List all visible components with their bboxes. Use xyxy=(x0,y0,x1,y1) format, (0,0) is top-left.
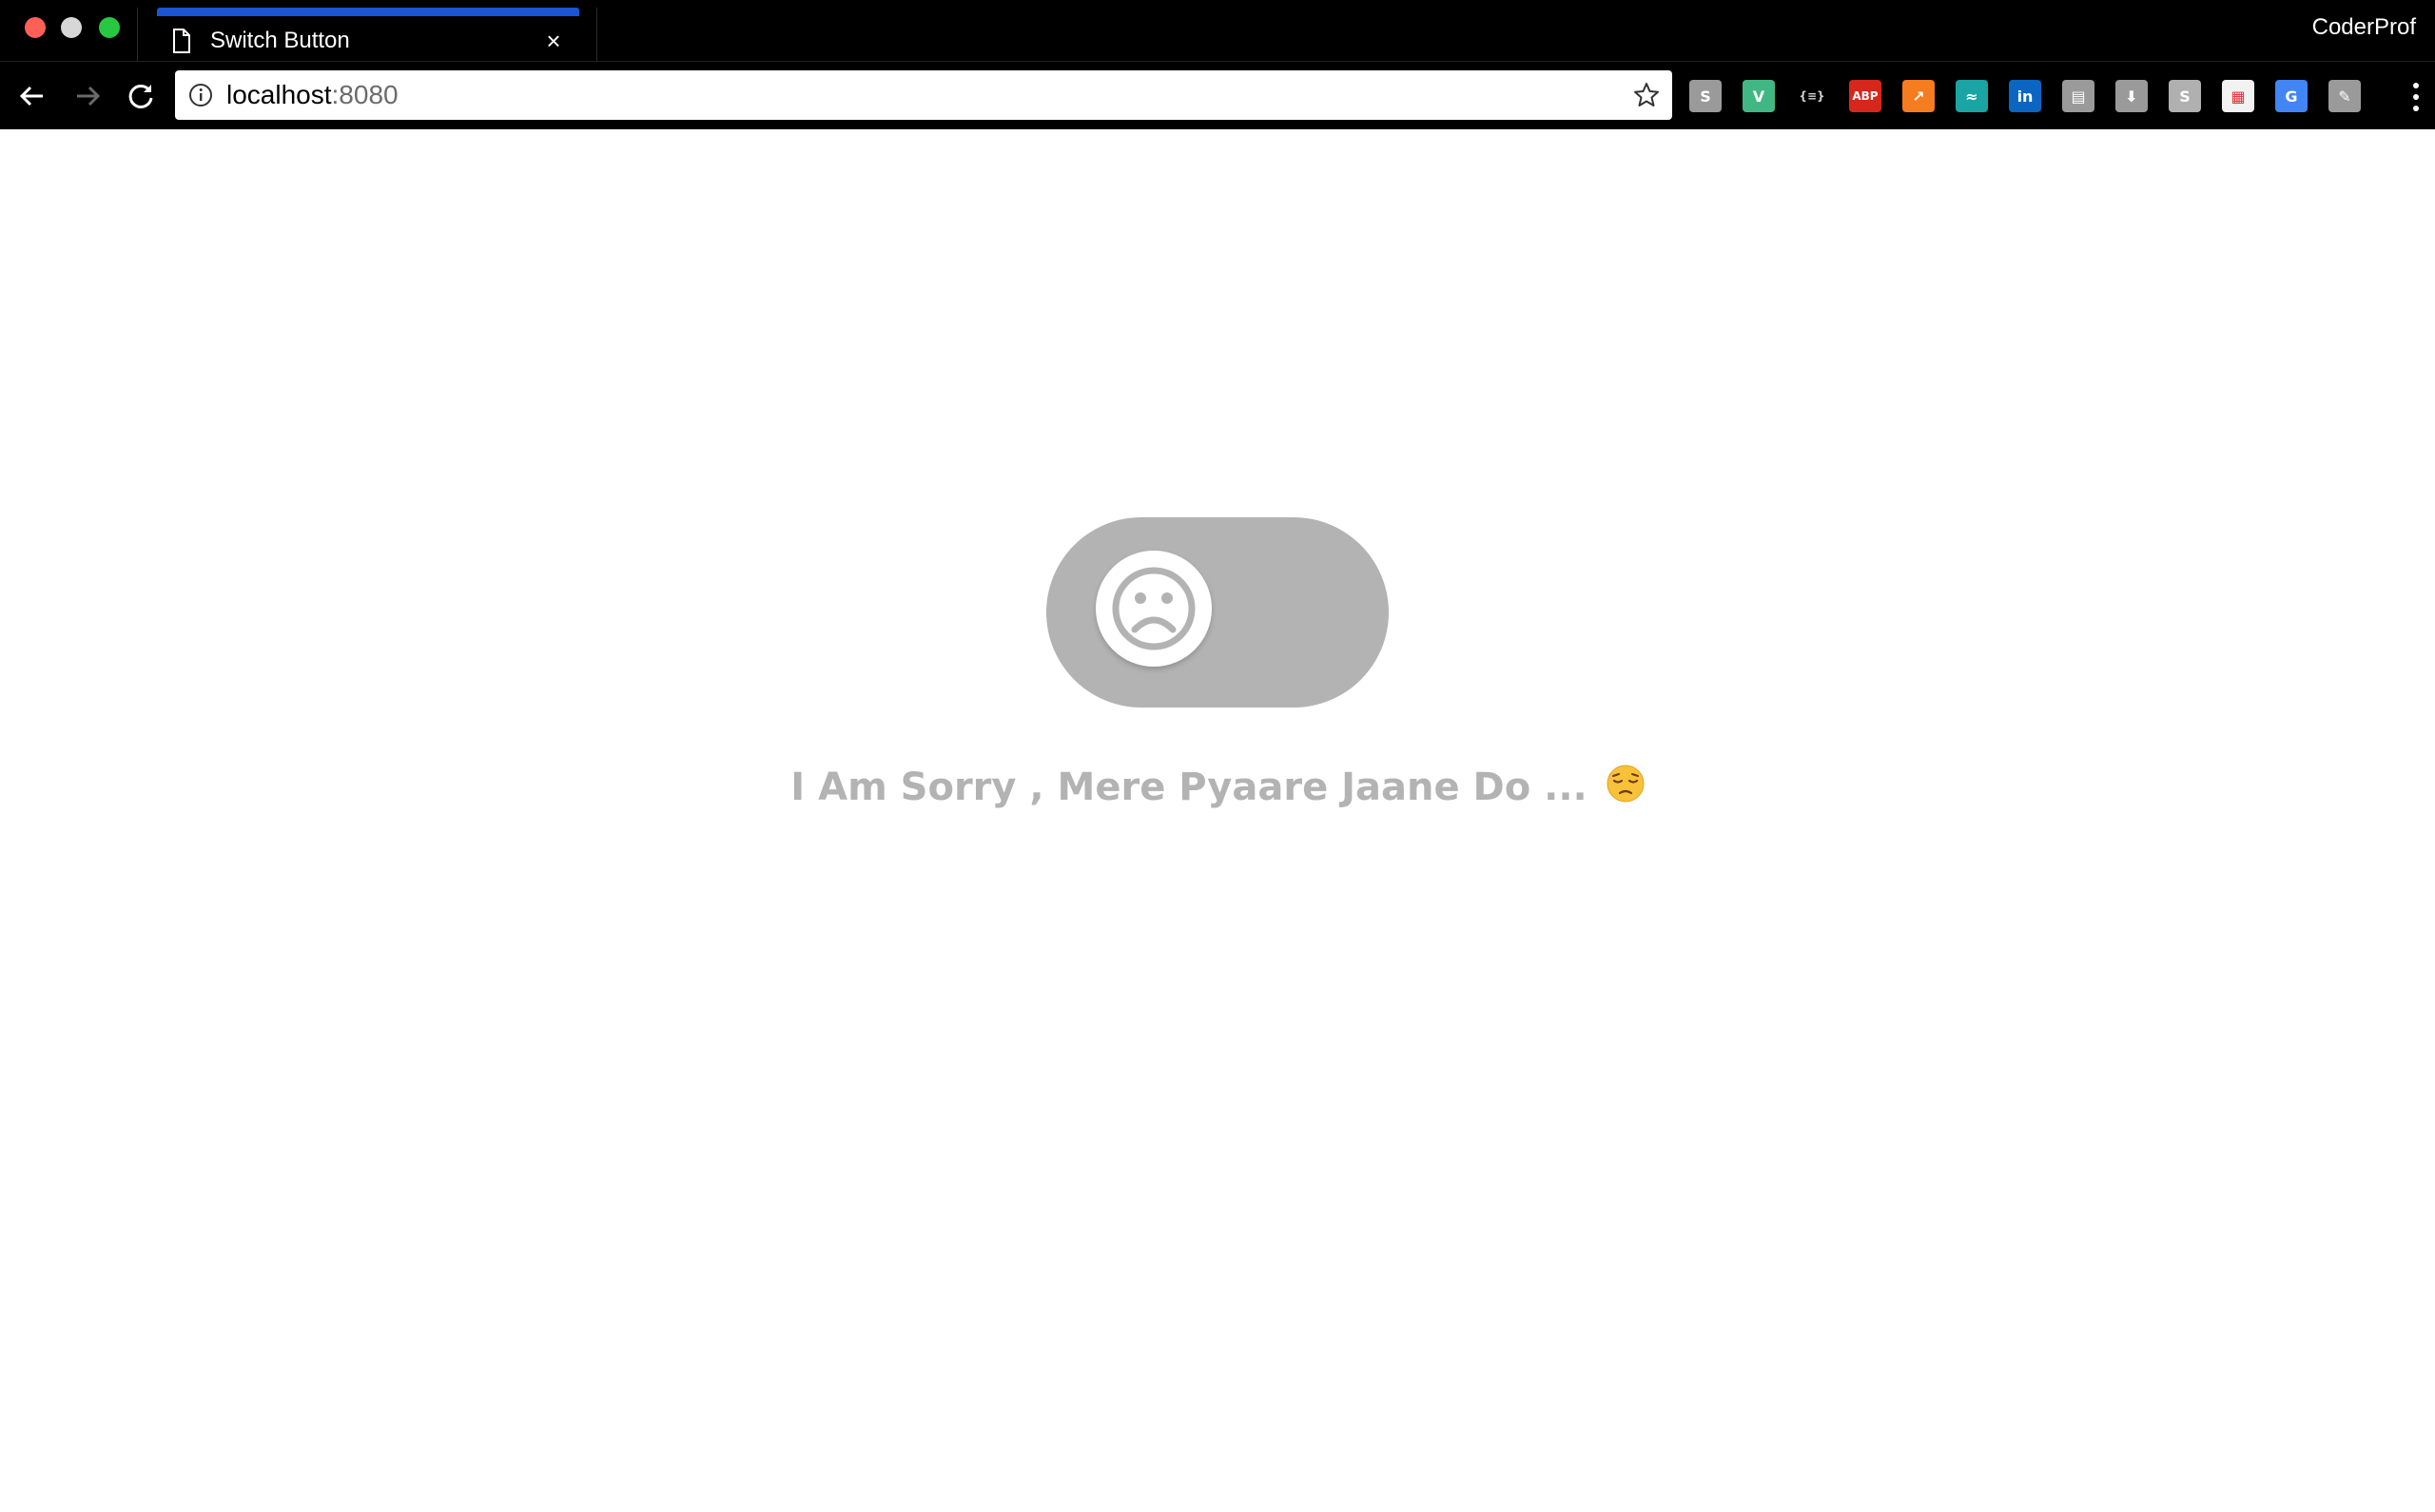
pensive-face-icon xyxy=(1607,765,1645,803)
back-button[interactable] xyxy=(13,77,51,115)
tab-loading-bar xyxy=(157,8,579,16)
info-icon[interactable] xyxy=(188,83,213,107)
browser-toolbar: localhost:8080 S V {≡} ABP ↗ ≈ in ▤ ⬇ S ▦ G ✎ xyxy=(0,61,2435,129)
extensions-area: S V {≡} ABP ↗ ≈ in ▤ ⬇ S ▦ G ✎ xyxy=(1689,79,2382,113)
browser-menu-button[interactable] xyxy=(2410,83,2422,111)
tab-title: Switch Button xyxy=(210,28,350,53)
arrow-left-icon xyxy=(19,86,43,107)
menu-dot xyxy=(2413,83,2419,88)
download-icon[interactable]: ⬇ xyxy=(2115,80,2148,112)
switch-caption: I Am Sorry , Mere Pyaare Jaane Do ... xyxy=(0,761,2435,814)
skype-icon[interactable]: S xyxy=(1689,80,1722,112)
url-port: :8080 xyxy=(331,80,399,109)
menu-dot xyxy=(2413,94,2419,100)
reload-icon xyxy=(128,84,153,108)
window-close-button[interactable] xyxy=(25,17,46,38)
window-maximize-button[interactable] xyxy=(99,17,120,38)
page-icon xyxy=(173,29,190,53)
analytics-icon[interactable]: ↗ xyxy=(1902,80,1935,112)
s-extension-icon[interactable]: S xyxy=(2169,80,2201,112)
adblock-plus-icon[interactable]: ABP xyxy=(1849,80,1881,112)
reload-button[interactable] xyxy=(122,77,160,115)
wave-icon[interactable]: ≈ xyxy=(1956,80,1988,112)
caption-text: I Am Sorry , Mere Pyaare Jaane Do ... xyxy=(790,766,1588,809)
toggle-switch[interactable] xyxy=(1046,517,1389,708)
vue-devtools-icon[interactable]: V xyxy=(1743,80,1775,112)
google-translate-icon[interactable]: G xyxy=(2275,80,2308,112)
json-formatter-icon[interactable]: {≡} xyxy=(1796,80,1828,112)
window-minimize-button[interactable] xyxy=(61,17,82,38)
dev-tool-icon[interactable]: ✎ xyxy=(2328,80,2361,112)
calendar-icon[interactable]: ▦ xyxy=(2222,80,2254,112)
sad-face-icon xyxy=(1112,567,1196,650)
address-bar[interactable]: localhost:8080 xyxy=(175,70,1672,120)
browser-tab[interactable]: Switch Button × xyxy=(137,8,597,61)
title-bar: Switch Button × CoderProf xyxy=(0,0,2435,61)
menu-dot xyxy=(2413,106,2419,111)
document-icon[interactable]: ▤ xyxy=(2062,80,2094,112)
url-host: localhost xyxy=(226,80,332,109)
profile-name[interactable]: CoderProf xyxy=(2312,13,2416,42)
linkedin-icon[interactable]: in xyxy=(2009,80,2041,112)
tab-close-icon[interactable]: × xyxy=(539,27,568,55)
arrow-right-icon xyxy=(77,86,101,107)
bookmark-star-icon[interactable] xyxy=(1632,81,1661,109)
switch-knob[interactable] xyxy=(1096,551,1212,667)
forward-button[interactable] xyxy=(68,77,107,115)
url-text[interactable]: localhost:8080 xyxy=(226,80,399,110)
